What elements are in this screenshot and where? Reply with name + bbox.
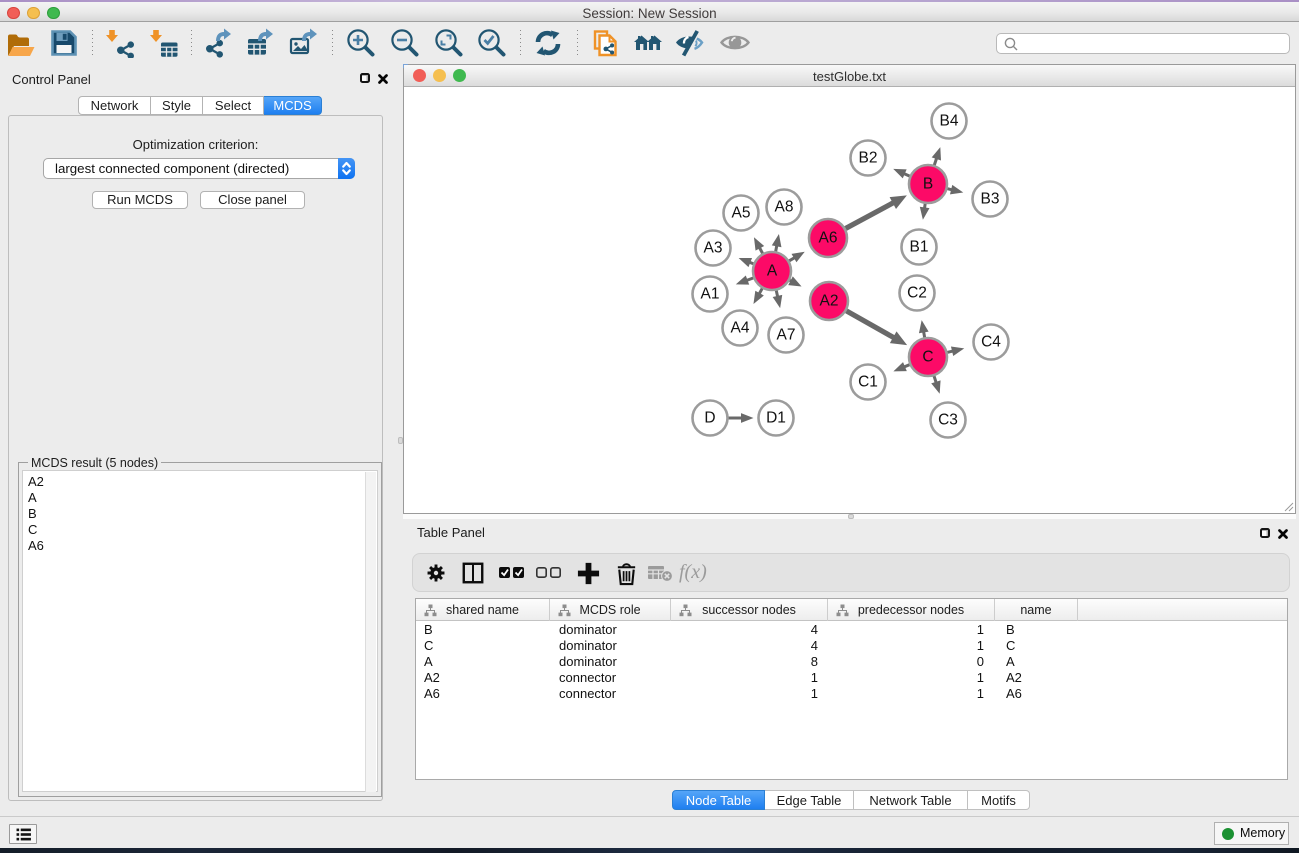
svg-text:B4: B4 (940, 113, 959, 130)
svg-text:A5: A5 (732, 205, 751, 222)
svg-text:C1: C1 (858, 374, 878, 391)
svg-text:B3: B3 (981, 191, 1000, 208)
svg-text:C: C (922, 349, 933, 366)
svg-text:A4: A4 (731, 320, 750, 337)
svg-text:D: D (704, 410, 715, 427)
svg-text:A7: A7 (777, 327, 796, 344)
svg-text:B: B (923, 176, 933, 193)
svg-text:A2: A2 (820, 293, 839, 310)
svg-text:B1: B1 (910, 239, 929, 256)
svg-text:A3: A3 (704, 240, 723, 257)
svg-text:C4: C4 (981, 334, 1001, 351)
svg-text:A8: A8 (775, 199, 794, 216)
svg-text:A: A (767, 263, 778, 280)
svg-text:A1: A1 (701, 286, 720, 303)
svg-text:D1: D1 (766, 410, 786, 427)
svg-text:B2: B2 (859, 150, 878, 167)
svg-text:C2: C2 (907, 285, 927, 302)
svg-text:A6: A6 (819, 230, 838, 247)
svg-text:C3: C3 (938, 412, 958, 429)
